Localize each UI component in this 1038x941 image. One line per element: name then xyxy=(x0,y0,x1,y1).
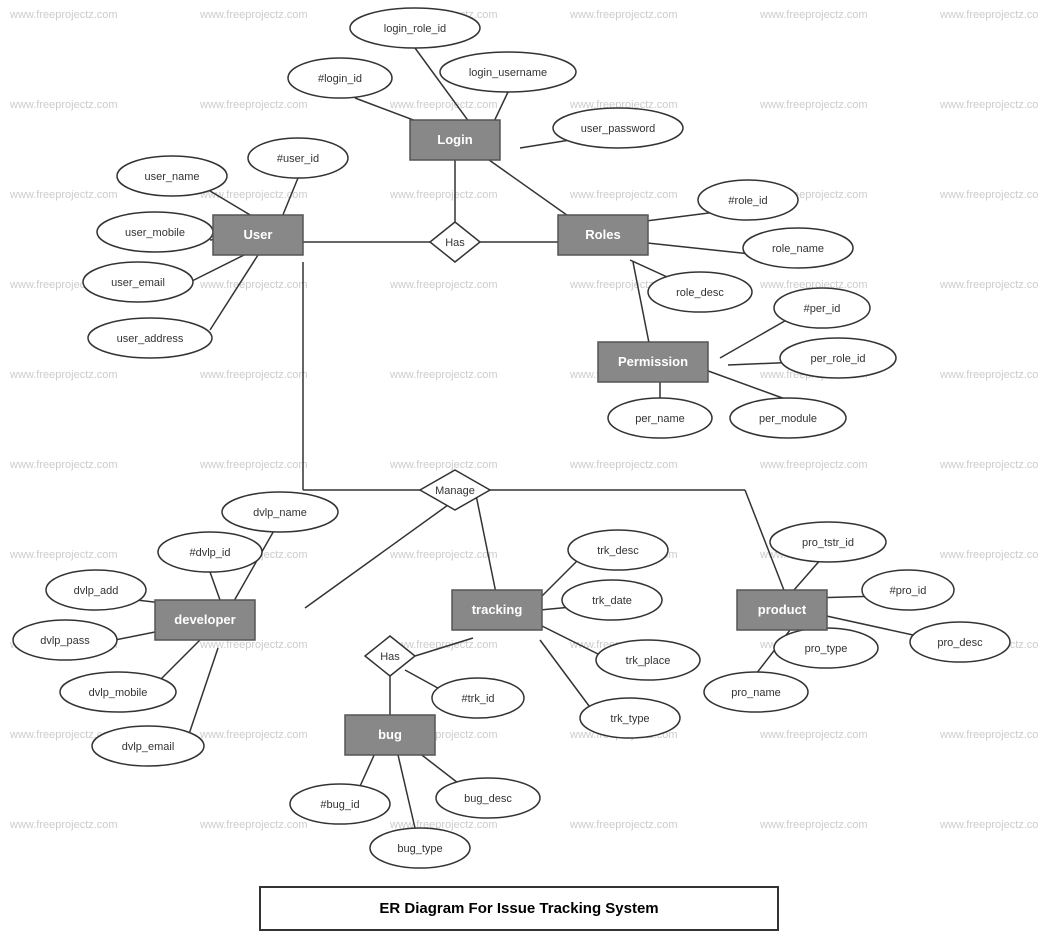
attr-dvlp-mobile-label: dvlp_mobile xyxy=(89,687,148,699)
attr-pro-desc-label: pro_desc xyxy=(937,637,983,649)
attr-pro-tstr-id-label: pro_tstr_id xyxy=(802,537,854,549)
attr-login-role-id-label: login_role_id xyxy=(384,23,446,35)
watermark: www.freeprojectz.com xyxy=(939,279,1038,291)
entity-tracking-label: tracking xyxy=(472,602,523,617)
watermark: www.freeprojectz.com xyxy=(389,459,498,471)
watermark: www.freeprojectz.com xyxy=(939,189,1038,201)
watermark: www.freeprojectz.com xyxy=(939,459,1038,471)
attr-per-role-id-label: per_role_id xyxy=(810,353,865,365)
entity-roles-label: Roles xyxy=(585,227,620,242)
attr-dvlp-add-label: dvlp_add xyxy=(74,585,119,597)
attr-dvlp-id-label: #dvlp_id xyxy=(190,547,231,559)
watermark: www.freeprojectz.com xyxy=(199,9,308,21)
attr-pro-name-label: pro_name xyxy=(731,687,781,699)
attr-bug-id-label: #bug_id xyxy=(320,799,359,811)
watermark: www.freeprojectz.com xyxy=(569,189,678,201)
watermark: www.freeprojectz.com xyxy=(939,369,1038,381)
attr-trk-id-label: #trk_id xyxy=(461,693,494,705)
watermark: www.freeprojectz.com xyxy=(199,459,308,471)
attr-bug-type-label: bug_type xyxy=(397,843,442,855)
attr-per-module-label: per_module xyxy=(759,413,817,425)
attr-user-email-label: user_email xyxy=(111,277,165,289)
watermark: www.freeprojectz.com xyxy=(759,729,868,741)
attr-user-address-label: user_address xyxy=(117,333,184,345)
attr-trk-type-label: trk_type xyxy=(610,713,649,725)
attr-user-password-label: user_password xyxy=(581,123,656,135)
attr-role-name-label: role_name xyxy=(772,243,824,255)
watermark: www.freeprojectz.com xyxy=(9,9,118,21)
watermark: www.freeprojectz.com xyxy=(939,9,1038,21)
watermark: www.freeprojectz.com xyxy=(389,549,498,561)
watermark: www.freeprojectz.com xyxy=(9,99,118,111)
watermark: www.freeprojectz.com xyxy=(9,459,118,471)
attr-dvlp-pass-label: dvlp_pass xyxy=(40,635,90,647)
attr-login-username-label: login_username xyxy=(469,67,547,79)
watermark: www.freeprojectz.com xyxy=(939,549,1038,561)
attr-bug-desc-label: bug_desc xyxy=(464,793,512,805)
watermark: www.freeprojectz.com xyxy=(199,819,308,831)
watermark: www.freeprojectz.com xyxy=(939,819,1038,831)
attr-trk-place-label: trk_place xyxy=(626,655,671,667)
entity-product-label: product xyxy=(758,602,807,617)
attr-per-id-label: #per_id xyxy=(804,303,841,315)
attr-dvlp-email-label: dvlp_email xyxy=(122,741,175,753)
watermark: www.freeprojectz.com xyxy=(569,9,678,21)
watermark: www.freeprojectz.com xyxy=(389,369,498,381)
attr-pro-type-label: pro_type xyxy=(805,643,848,655)
watermark: www.freeprojectz.com xyxy=(389,279,498,291)
watermark: www.freeprojectz.com xyxy=(569,459,678,471)
watermark: www.freeprojectz.com xyxy=(9,189,118,201)
attr-dvlp-name-label: dvlp_name xyxy=(253,507,307,519)
attr-user-name-label: user_name xyxy=(144,171,199,183)
attr-trk-desc-label: trk_desc xyxy=(597,545,639,557)
attr-trk-date-label: trk_date xyxy=(592,595,632,607)
er-diagram: www.freeprojectz.com www.freeprojectz.co… xyxy=(0,0,1038,941)
attr-role-id-label: #role_id xyxy=(728,195,767,207)
watermark: www.freeprojectz.com xyxy=(759,99,868,111)
relationship-has2-label: Has xyxy=(380,651,400,663)
watermark: www.freeprojectz.com xyxy=(199,639,308,651)
watermark: www.freeprojectz.com xyxy=(199,279,308,291)
watermark: www.freeprojectz.com xyxy=(9,369,118,381)
entity-developer-label: developer xyxy=(174,612,235,627)
watermark: www.freeprojectz.com xyxy=(569,819,678,831)
watermark: www.freeprojectz.com xyxy=(199,99,308,111)
diagram-title: ER Diagram For Issue Tracking System xyxy=(259,886,779,931)
attr-pro-id-label: #pro_id xyxy=(890,585,927,597)
entity-permission-label: Permission xyxy=(618,354,688,369)
watermark: www.freeprojectz.com xyxy=(939,729,1038,741)
attr-login-id-label: #login_id xyxy=(318,73,362,85)
watermark: www.freeprojectz.com xyxy=(389,99,498,111)
watermark: www.freeprojectz.com xyxy=(939,99,1038,111)
watermark: www.freeprojectz.com xyxy=(199,369,308,381)
attr-user-id-label: #user_id xyxy=(277,153,319,165)
entity-user-label: User xyxy=(244,227,273,242)
watermark: www.freeprojectz.com xyxy=(389,189,498,201)
entity-bug-label: bug xyxy=(378,727,402,742)
attr-per-name-label: per_name xyxy=(635,413,685,425)
attr-user-mobile-label: user_mobile xyxy=(125,227,185,239)
watermark: www.freeprojectz.com xyxy=(759,459,868,471)
entity-login-label: Login xyxy=(437,132,472,147)
watermark: www.freeprojectz.com xyxy=(759,9,868,21)
relationship-has1-label: Has xyxy=(445,237,465,249)
watermark: www.freeprojectz.com xyxy=(9,819,118,831)
watermark: www.freeprojectz.com xyxy=(199,729,308,741)
relationship-manage-label: Manage xyxy=(435,485,475,497)
attr-role-desc-label: role_desc xyxy=(676,287,724,299)
watermark: www.freeprojectz.com xyxy=(759,819,868,831)
watermark: www.freeprojectz.com xyxy=(9,549,118,561)
